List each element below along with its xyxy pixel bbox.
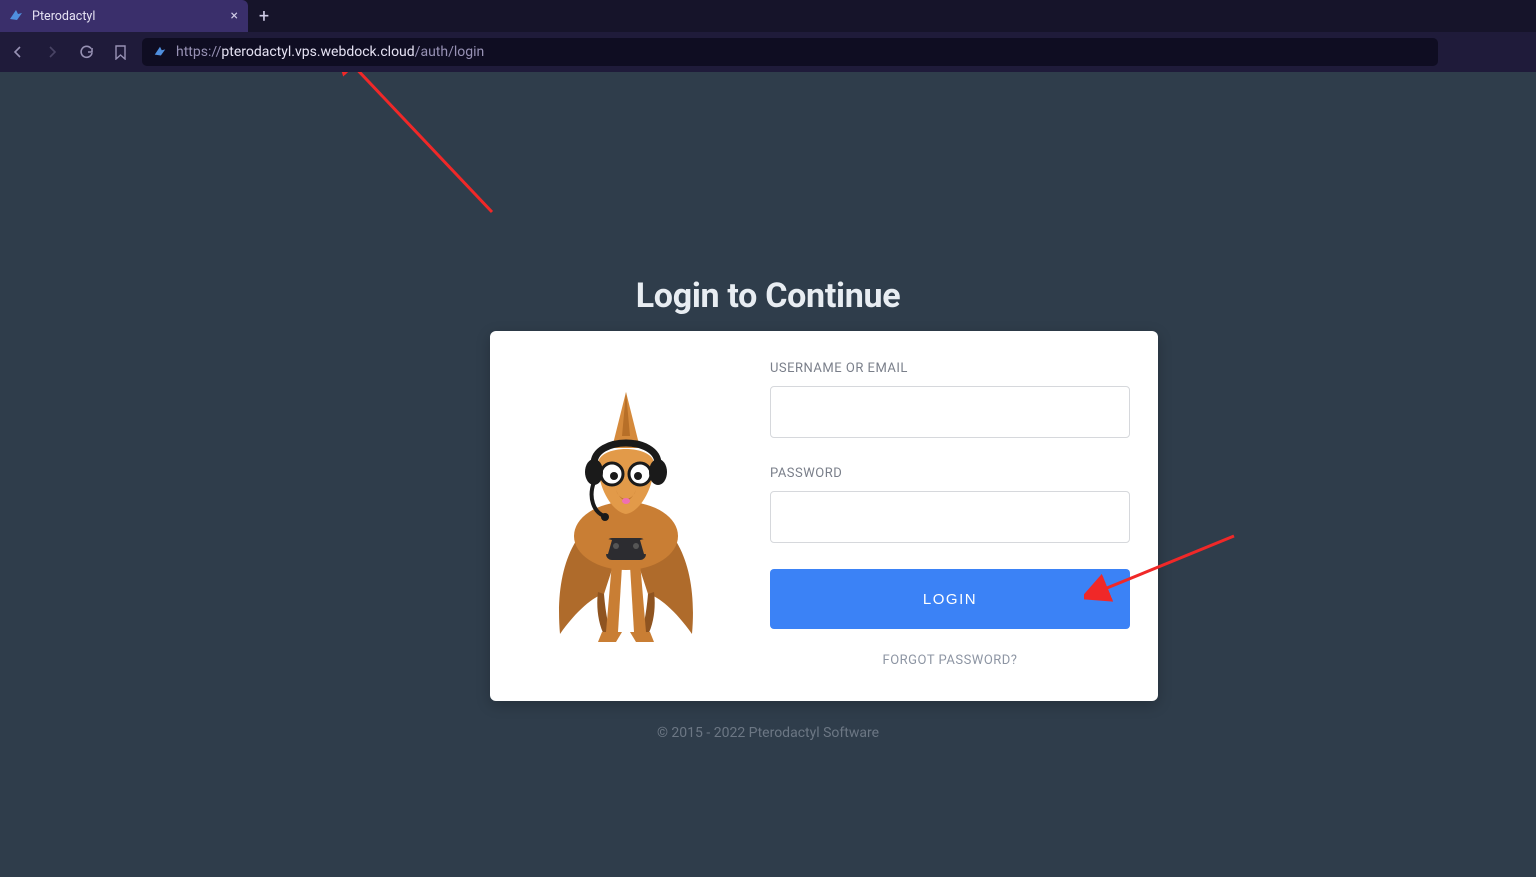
url-host: pterodactyl.vps.webdock.cloud — [221, 44, 414, 60]
new-tab-button[interactable]: + — [248, 0, 280, 32]
page-viewport: Login to Continue — [0, 72, 1536, 877]
annotation-arrow-url-icon — [332, 72, 502, 222]
browser-tab-title: Pterodactyl — [32, 9, 223, 24]
footer-copyright: © 2015 - 2022 Pterodactyl Software — [0, 725, 1536, 741]
browser-toolbar: https://pterodactyl.vps.webdock.cloud/au… — [0, 32, 1536, 72]
browser-tab-strip: Pterodactyl × + — [0, 0, 1536, 32]
address-bar-text: https://pterodactyl.vps.webdock.cloud/au… — [176, 44, 484, 60]
pterodactyl-mascot-icon — [546, 386, 706, 646]
pterodactyl-favicon-icon — [152, 44, 168, 60]
username-label: USERNAME OR EMAIL — [770, 361, 1130, 376]
login-button[interactable]: LOGIN — [770, 569, 1130, 629]
browser-tab-active[interactable]: Pterodactyl × — [0, 0, 248, 32]
close-icon[interactable]: × — [231, 8, 238, 24]
mascot-panel — [490, 331, 762, 701]
page-title: Login to Continue — [0, 276, 1536, 316]
nav-back-button[interactable] — [6, 40, 30, 64]
username-input[interactable] — [770, 386, 1130, 438]
login-card: USERNAME OR EMAIL PASSWORD LOGIN FORGOT … — [490, 331, 1158, 701]
reload-button[interactable] — [74, 40, 98, 64]
url-path: /auth/login — [415, 44, 485, 60]
password-input[interactable] — [770, 491, 1130, 543]
url-protocol: https:// — [176, 44, 221, 60]
login-form: USERNAME OR EMAIL PASSWORD LOGIN FORGOT … — [762, 331, 1158, 701]
nav-forward-button[interactable] — [40, 40, 64, 64]
forgot-password-link[interactable]: FORGOT PASSWORD? — [770, 653, 1130, 668]
address-bar[interactable]: https://pterodactyl.vps.webdock.cloud/au… — [142, 38, 1438, 66]
password-label: PASSWORD — [770, 466, 1130, 481]
pterodactyl-favicon-icon — [8, 8, 24, 24]
bookmark-icon[interactable] — [108, 40, 132, 64]
